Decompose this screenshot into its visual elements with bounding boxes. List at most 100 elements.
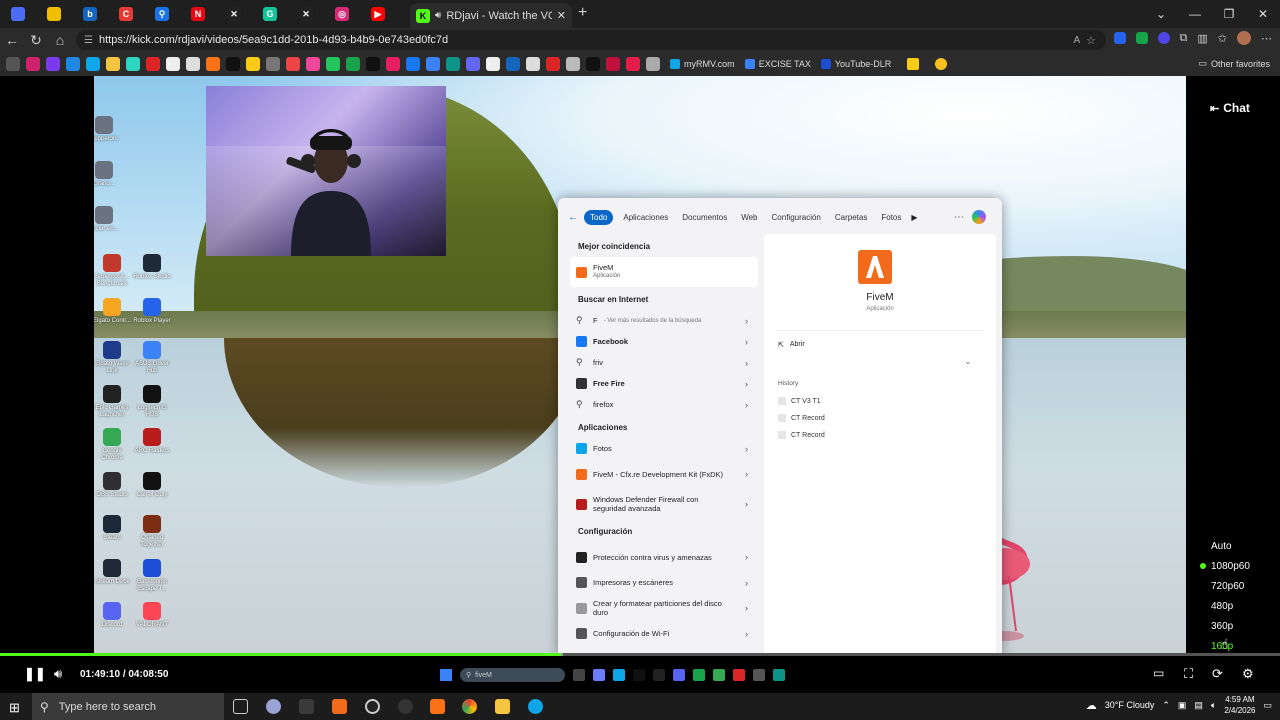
- app-icon[interactable]: [266, 699, 281, 714]
- close-window-icon[interactable]: ✕: [1246, 7, 1280, 21]
- settings-gear-icon[interactable]: ⚙: [1242, 666, 1254, 682]
- bookmark-icon[interactable]: [586, 57, 600, 71]
- desktop-icon[interactable]: Backrooms Escape T...: [132, 558, 172, 593]
- bookmark-icon[interactable]: [226, 57, 240, 71]
- desktop-icon[interactable]: Chained Together: [132, 515, 172, 549]
- pinned-tab[interactable]: G: [252, 0, 288, 28]
- quality-option[interactable]: 480p: [1196, 596, 1250, 616]
- pinned-tab[interactable]: [36, 0, 72, 28]
- bookmark-icon[interactable]: [86, 57, 100, 71]
- quality-option[interactable]: 720p60: [1196, 576, 1250, 596]
- search-tab-carpetas[interactable]: Carpetas: [831, 210, 871, 225]
- notifications-icon[interactable]: ▭: [1263, 700, 1272, 711]
- bookmark-icon[interactable]: [326, 57, 340, 71]
- bookmark-icon[interactable]: [907, 58, 920, 70]
- bookmark-item[interactable]: EXCISE TAX: [744, 59, 811, 69]
- list-item[interactable]: ⚲ F - Ver más resultados de la búsqueda ›: [570, 310, 758, 331]
- list-item[interactable]: Free Fire ›: [570, 373, 758, 394]
- taskbar-search-box[interactable]: ⚲ Type here to search: [32, 693, 224, 720]
- theater-mode-icon[interactable]: ▭: [1153, 666, 1164, 680]
- bookmark-icon[interactable]: [266, 57, 280, 71]
- history-item[interactable]: CT V3 T1: [778, 397, 821, 405]
- read-aloud-icon[interactable]: A: [1073, 35, 1080, 46]
- desktop-icon[interactable]: Grand...: [94, 161, 124, 188]
- bookmark-icon[interactable]: [6, 57, 20, 71]
- bookmark-icon[interactable]: [526, 57, 540, 71]
- bookmark-icon[interactable]: [546, 57, 560, 71]
- extensions-puzzle-icon[interactable]: ⧉: [1180, 32, 1188, 45]
- list-item[interactable]: Crear y formatear particiones del disco …: [570, 593, 758, 623]
- list-item[interactable]: Facebook ›: [570, 331, 758, 352]
- more-menu-icon[interactable]: ⋯: [1261, 32, 1272, 45]
- bookmark-icon[interactable]: [506, 57, 520, 71]
- bookmark-icon[interactable]: [166, 57, 180, 71]
- favorites-icon[interactable]: ✩: [1218, 32, 1227, 45]
- desktop-icon[interactable]: Superposit... Benchmark: [94, 254, 132, 288]
- refresh-icon[interactable]: ↻: [24, 32, 48, 49]
- desktop-icon[interactable]: Roblox Player: [132, 297, 172, 325]
- more-options-icon[interactable]: ⋯: [954, 212, 964, 223]
- profile-avatar[interactable]: [1237, 31, 1251, 45]
- bookmark-icon[interactable]: [386, 57, 400, 71]
- pinned-tab[interactable]: C: [108, 0, 144, 28]
- search-tab-documentos[interactable]: Documentos: [678, 210, 731, 225]
- pinned-tab[interactable]: ✕: [216, 0, 252, 28]
- bookmark-icon[interactable]: [486, 57, 500, 71]
- desktop-icon[interactable]: Elgato Wave Link: [94, 341, 132, 375]
- quality-option[interactable]: Auto: [1196, 536, 1250, 556]
- list-item[interactable]: Configuración de Wi-Fi ›: [570, 623, 758, 644]
- list-item[interactable]: FiveM - Cfx.re Development Kit (FxDK) ›: [570, 459, 758, 489]
- bookmark-icon[interactable]: [186, 57, 200, 71]
- pinned-tab[interactable]: ⚲: [144, 0, 180, 28]
- search-tab-todo[interactable]: Todo: [584, 210, 614, 225]
- desktop-icon[interactable]: Logitech G HUB: [132, 384, 172, 419]
- desktop-icon[interactable]: Steam: [94, 515, 132, 542]
- expand-chevron-icon[interactable]: ⌄: [964, 356, 972, 367]
- pinned-tab[interactable]: ▶: [360, 0, 396, 28]
- bookmark-icon[interactable]: [286, 57, 300, 71]
- bookmark-icon[interactable]: [126, 57, 140, 71]
- best-match-item[interactable]: FiveM Aplicación: [570, 257, 758, 287]
- volume-icon[interactable]: 🔈︎: [1211, 700, 1216, 711]
- desktop-icon[interactable]: ASUS Driver Hub: [132, 341, 172, 375]
- pinned-tab[interactable]: b: [72, 0, 108, 28]
- back-arrow-icon[interactable]: ←: [568, 212, 578, 223]
- pinned-tab[interactable]: ◎: [324, 0, 360, 28]
- list-item[interactable]: Fotos ›: [570, 438, 758, 459]
- task-view-icon[interactable]: [233, 699, 248, 714]
- bookmark-icon[interactable]: [606, 57, 620, 71]
- bookmark-icon[interactable]: [206, 57, 220, 71]
- desktop-icon[interactable]: Discord: [94, 602, 132, 629]
- app-icon[interactable]: [365, 699, 380, 714]
- pinned-tab[interactable]: ✕: [288, 0, 324, 28]
- extension-icon[interactable]: [1135, 32, 1148, 44]
- back-icon[interactable]: ←: [0, 32, 24, 48]
- list-item[interactable]: ⚲ firefox ›: [570, 394, 758, 415]
- start-button[interactable]: ⊞: [9, 700, 20, 716]
- search-tab-aplicaciones[interactable]: Aplicaciones: [619, 210, 672, 225]
- pinned-tab[interactable]: N: [180, 0, 216, 28]
- new-tab-button[interactable]: +: [578, 4, 587, 22]
- address-bar[interactable]: ☰ https://kick.com/rdjavi/videos/5ea9c1d…: [76, 30, 1106, 50]
- pause-button[interactable]: ❚❚: [24, 666, 46, 682]
- copilot-icon[interactable]: [972, 210, 986, 224]
- desktop-icon[interactable]: Google Chrome: [94, 428, 132, 462]
- volume-icon[interactable]: 🔊︎: [54, 666, 62, 682]
- quality-option[interactable]: 360p: [1196, 616, 1250, 636]
- search-tab-configuración[interactable]: Configuración: [768, 210, 825, 225]
- video-player[interactable]: ← Todo Aplicaciones Documentos Web Configura…: [0, 76, 1280, 693]
- bookmark-icon[interactable]: [935, 58, 948, 70]
- edge-icon[interactable]: [528, 699, 543, 714]
- vlc-icon[interactable]: [430, 699, 445, 714]
- history-item[interactable]: CT Record: [778, 431, 825, 439]
- bookmark-icon[interactable]: [246, 57, 260, 71]
- favorite-star-icon[interactable]: ☆: [1086, 34, 1096, 47]
- playback-speed-icon[interactable]: ⟳: [1212, 666, 1223, 682]
- extension-icon[interactable]: [1157, 32, 1170, 44]
- list-item[interactable]: ⚲ friv ›: [570, 352, 758, 373]
- chrome-icon[interactable]: [462, 699, 477, 714]
- seek-bar[interactable]: [0, 653, 1280, 656]
- media-player-icon[interactable]: [398, 699, 413, 714]
- bookmark-icon[interactable]: [626, 57, 640, 71]
- history-item[interactable]: CT Record: [778, 414, 825, 422]
